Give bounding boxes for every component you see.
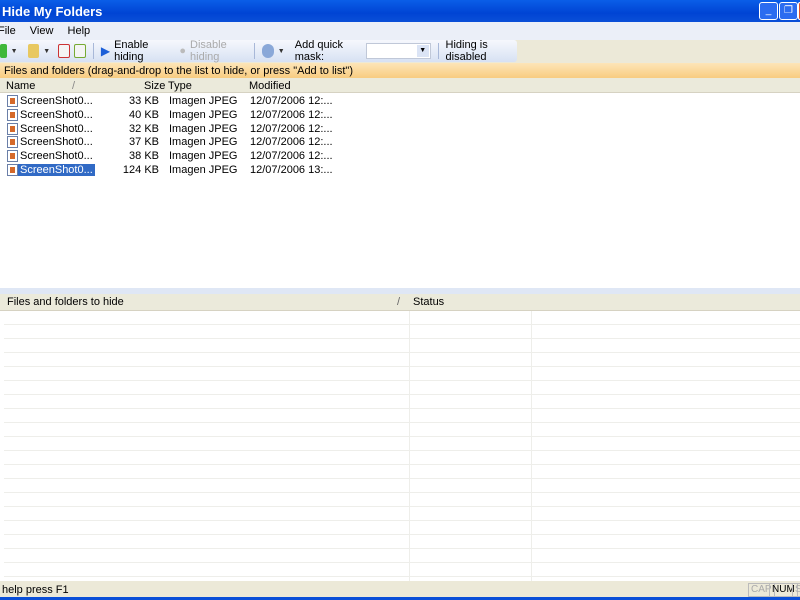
file-modified: 12/07/2006 12:...: [250, 108, 333, 121]
play-icon: ▶: [100, 44, 111, 58]
separator: [254, 43, 256, 59]
file-name: ScreenShot0...: [20, 122, 93, 135]
column-name[interactable]: Name: [6, 80, 35, 92]
column-type[interactable]: Type: [168, 80, 192, 92]
jpeg-file-icon: [7, 122, 18, 135]
file-row[interactable]: ScreenShot0... 37 KB Imagen JPEG 12/07/2…: [0, 135, 340, 149]
file-size: 37 KB: [129, 136, 159, 149]
file-name: ScreenShot0...: [20, 150, 93, 163]
file-type: Imagen JPEG: [169, 150, 238, 163]
jpeg-file-icon: [7, 108, 18, 121]
toolbar: ▼ ▼ ▶ Enable hiding ● Disable hiding ▼ A…: [0, 39, 517, 63]
status-bar: help press F1: [0, 581, 800, 597]
column-status[interactable]: Status: [413, 296, 444, 308]
file-row[interactable]: ScreenShot0... 124 KB Imagen JPEG 12/07/…: [0, 163, 340, 177]
column-size[interactable]: Size: [144, 80, 165, 92]
separator: [93, 43, 94, 59]
file-name: ScreenShot0...: [20, 95, 93, 107]
file-type: Imagen JPEG: [169, 95, 238, 107]
file-name: ScreenShot0...: [20, 136, 93, 149]
scroll-indicator: S: [792, 583, 800, 597]
help-icon[interactable]: [262, 44, 274, 58]
file-size: 38 KB: [129, 150, 159, 163]
folder-icon[interactable]: [27, 44, 40, 58]
file-name: ScreenShot0...: [20, 108, 93, 121]
file-modified: 12/07/2006 12:...: [250, 95, 333, 107]
chevron-down-icon[interactable]: ▼: [11, 48, 18, 55]
files-banner: Files and folders (drag-and-drop to the …: [0, 63, 800, 78]
jpeg-file-icon: [7, 164, 18, 176]
add-icon[interactable]: [0, 44, 7, 58]
file-modified: 12/07/2006 12:...: [250, 122, 333, 135]
hiding-status: Hiding is disabled: [445, 39, 488, 63]
files-list-header: Name / Size Type Modified: [0, 78, 800, 93]
quick-mask-combobox[interactable]: ▼: [365, 43, 431, 59]
menu-bar: File View Help: [0, 22, 800, 40]
enable-hiding-button[interactable]: Enable hiding: [114, 39, 169, 63]
remove-icon[interactable]: [58, 44, 71, 58]
sort-icon: /: [72, 80, 76, 92]
file-name: ScreenShot0...: [18, 164, 95, 176]
file-modified: 12/07/2006 12:...: [250, 150, 333, 163]
window-title: Hide My Folders: [2, 4, 103, 19]
file-modified: 12/07/2006 12:...: [250, 136, 333, 149]
file-size: 40 KB: [129, 108, 159, 121]
file-row[interactable]: ScreenShot0... 33 KB Imagen JPEG 12/07/2…: [0, 94, 340, 108]
file-size: 32 KB: [129, 122, 159, 135]
file-type: Imagen JPEG: [169, 164, 238, 176]
column-modified[interactable]: Modified: [249, 80, 291, 92]
checklist-icon[interactable]: [74, 44, 87, 58]
sort-icon: /: [397, 296, 401, 308]
jpeg-file-icon: [7, 95, 18, 107]
disable-icon: ●: [179, 45, 187, 57]
menu-view[interactable]: View: [30, 25, 54, 37]
hide-list-grid: [4, 311, 800, 581]
file-row[interactable]: ScreenShot0... 32 KB Imagen JPEG 12/07/2…: [0, 122, 340, 136]
file-modified: 12/07/2006 13:...: [250, 164, 333, 176]
hide-list-header: Files and folders to hide / Status: [0, 294, 800, 311]
column-files-to-hide[interactable]: Files and folders to hide: [7, 296, 124, 308]
quick-mask-label: Add quick mask:: [294, 39, 344, 63]
restore-button[interactable]: ❐: [779, 2, 798, 20]
file-row[interactable]: ScreenShot0... 40 KB Imagen JPEG 12/07/2…: [0, 108, 340, 122]
file-type: Imagen JPEG: [169, 122, 238, 135]
file-type: Imagen JPEG: [169, 136, 238, 149]
file-size: 124 KB: [122, 164, 159, 176]
chevron-down-icon[interactable]: ▼: [278, 48, 285, 55]
chevron-down-icon[interactable]: ▼: [43, 48, 50, 55]
status-text: help press F1: [2, 584, 69, 596]
menu-file[interactable]: File: [0, 25, 16, 37]
jpeg-file-icon: [7, 150, 18, 163]
minimize-button[interactable]: _: [759, 2, 778, 20]
chevron-down-icon[interactable]: ▼: [416, 45, 429, 57]
file-type: Imagen JPEG: [169, 108, 238, 121]
jpeg-file-icon: [7, 136, 18, 149]
column-divider: [409, 311, 410, 581]
title-bar: Hide My Folders: [0, 0, 800, 22]
disable-hiding-button[interactable]: Disable hiding: [190, 39, 247, 63]
file-row[interactable]: ScreenShot0... 38 KB Imagen JPEG 12/07/2…: [0, 149, 340, 163]
menu-help[interactable]: Help: [68, 25, 91, 37]
separator: [437, 43, 439, 59]
file-size: 33 KB: [129, 95, 159, 107]
column-divider: [531, 311, 532, 581]
